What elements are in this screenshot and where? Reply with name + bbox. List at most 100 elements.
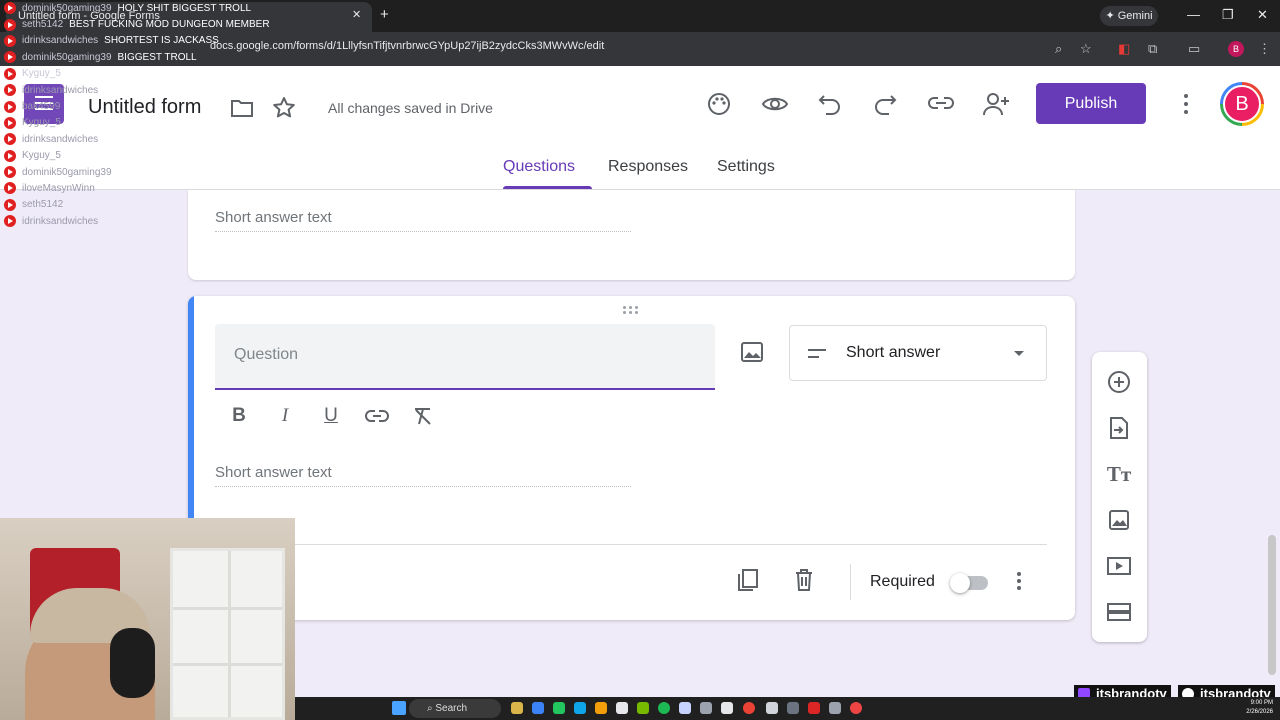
taskbar-app-icon[interactable] [616, 702, 628, 714]
chrome-icon[interactable] [743, 702, 755, 714]
windows-taskbar: ⌕ Search 9:00 PM 2/26/2026 [295, 697, 1280, 720]
taskbar-app-icon[interactable] [574, 702, 586, 714]
taskbar-app-icon[interactable] [850, 702, 862, 714]
chat-message: Best mod [66, 68, 110, 80]
youtube-icon [4, 2, 16, 15]
question-type-label: Short answer [846, 344, 941, 361]
clock-date: 2/26/2026 [1246, 709, 1273, 715]
question-card-active[interactable]: Question Short answer B I U Short answer… [188, 296, 1075, 620]
tab-responses[interactable]: Responses [608, 158, 688, 176]
zoom-icon[interactable]: ⌕ [1055, 41, 1062, 57]
youtube-icon [4, 215, 16, 228]
import-questions-icon[interactable] [1106, 415, 1132, 441]
taskbar-app-icon[interactable] [532, 702, 544, 714]
bold-icon[interactable]: B [227, 404, 251, 428]
chat-user: dominik50gaming39 [22, 166, 112, 178]
undo-icon[interactable] [818, 93, 842, 115]
add-section-icon[interactable] [1106, 599, 1132, 625]
taskbar-search[interactable]: ⌕ Search [409, 699, 501, 718]
insert-link-icon[interactable] [365, 404, 389, 428]
taskbar-search-label: Search [435, 703, 468, 714]
taskbar-app-icon[interactable] [808, 702, 820, 714]
question-type-dropdown[interactable]: Short answer [789, 325, 1047, 381]
chat-user: Kyguy_5 [22, 150, 61, 162]
save-status: All changes saved in Drive [328, 100, 493, 116]
taskbar-app-icon[interactable] [679, 702, 691, 714]
duplicate-icon[interactable] [737, 568, 759, 597]
youtube-icon [4, 67, 16, 80]
new-tab-icon[interactable]: + [380, 6, 389, 23]
chat-user: idrinksandwiches [22, 84, 99, 96]
page-scrollbar[interactable] [1268, 535, 1276, 675]
add-title-icon[interactable]: Tт [1106, 461, 1132, 487]
youtube-icon [4, 149, 16, 162]
tab-settings[interactable]: Settings [717, 158, 775, 176]
footer-separator [850, 564, 851, 600]
chat-line: Kyguy_5 [4, 148, 304, 164]
chat-message: HOLY SHIT BIGGEST TROLL [117, 2, 252, 14]
extensions-puzzle-icon[interactable]: ⧉ [1148, 41, 1157, 57]
more-options-icon[interactable] [1176, 92, 1196, 116]
youtube-icon [4, 116, 16, 129]
chat-user: idrinksandwiches [22, 35, 99, 47]
taskbar-app-icon[interactable] [595, 702, 607, 714]
taskbar-clock[interactable]: 9:00 PM 2/26/2026 [1237, 699, 1273, 717]
redo-icon[interactable] [873, 93, 897, 115]
palette-icon[interactable] [706, 91, 732, 117]
chat-user: iloveMasynWinn [22, 182, 95, 194]
gemini-button[interactable]: ✦ Gemini [1100, 6, 1158, 26]
taskbar-app-icon[interactable] [766, 702, 778, 714]
chat-user: dominik50gaming39 [22, 51, 112, 63]
extension-icon[interactable]: ◧ [1118, 41, 1130, 57]
taskbar-app-icon[interactable] [829, 702, 841, 714]
add-image-icon[interactable] [740, 340, 764, 369]
required-toggle[interactable] [950, 573, 992, 593]
taskbar-app-icon[interactable] [787, 702, 799, 714]
chat-user: Kyguy_5 [22, 68, 61, 80]
account-avatar[interactable]: B [1220, 82, 1264, 126]
spotify-icon[interactable] [658, 702, 670, 714]
question-more-options-icon[interactable] [1017, 572, 1023, 590]
youtube-icon [4, 182, 16, 195]
chat-line: idrinksandwiches [4, 213, 304, 229]
taskbar-app-icon[interactable] [553, 702, 565, 714]
chat-line: bak4599 [4, 98, 304, 114]
chat-line: seth5142 BEST FUCKING MOD DUNGEON MEMBER [4, 16, 304, 32]
steam-icon[interactable] [700, 702, 712, 714]
taskbar-app-icon[interactable] [511, 702, 523, 714]
chat-line: dominik50gaming39 [4, 164, 304, 180]
add-image-icon[interactable] [1106, 507, 1132, 533]
add-video-icon[interactable] [1106, 553, 1132, 579]
clear-formatting-icon[interactable] [411, 404, 435, 428]
close-tab-icon[interactable]: ✕ [352, 8, 361, 21]
minimize-icon[interactable]: — [1187, 7, 1200, 22]
chat-message: BIGGEST TROLL [117, 51, 197, 63]
required-label: Required [870, 573, 935, 590]
underline-icon[interactable]: U [319, 404, 343, 428]
italic-icon[interactable]: I [273, 404, 297, 428]
preview-eye-icon[interactable] [761, 93, 789, 115]
question-card-previous[interactable]: Short answer text [188, 190, 1075, 280]
delete-icon[interactable] [794, 568, 814, 597]
drag-handle-icon[interactable] [623, 306, 639, 314]
add-question-icon[interactable] [1106, 369, 1132, 395]
taskbar-app-icon[interactable] [721, 702, 733, 714]
copy-link-icon[interactable] [927, 94, 955, 112]
question-placeholder: Question [234, 346, 299, 363]
profile-avatar[interactable]: B [1228, 41, 1244, 57]
close-window-icon[interactable]: ✕ [1257, 7, 1268, 23]
tab-questions[interactable]: Questions [503, 158, 575, 176]
bookmark-star-icon[interactable]: ☆ [1080, 41, 1092, 57]
windows-start-icon[interactable] [392, 701, 406, 715]
publish-button[interactable]: Publish [1036, 83, 1146, 124]
chat-line: idrinksandwiches [4, 82, 304, 98]
restore-icon[interactable]: ❐ [1222, 7, 1234, 23]
browser-menu-icon[interactable]: ⋮ [1258, 41, 1271, 57]
stream-chat-overlay: dominik50gaming39 HOLY SHIT BIGGEST TROLL… [4, 0, 304, 229]
youtube-icon [4, 166, 16, 179]
question-input[interactable]: Question [215, 324, 715, 390]
add-collaborator-icon[interactable] [982, 91, 1010, 117]
taskbar-app-icon[interactable] [637, 702, 649, 714]
webcam-overlay [0, 518, 295, 720]
side-panel-icon[interactable]: ▭ [1188, 41, 1200, 57]
